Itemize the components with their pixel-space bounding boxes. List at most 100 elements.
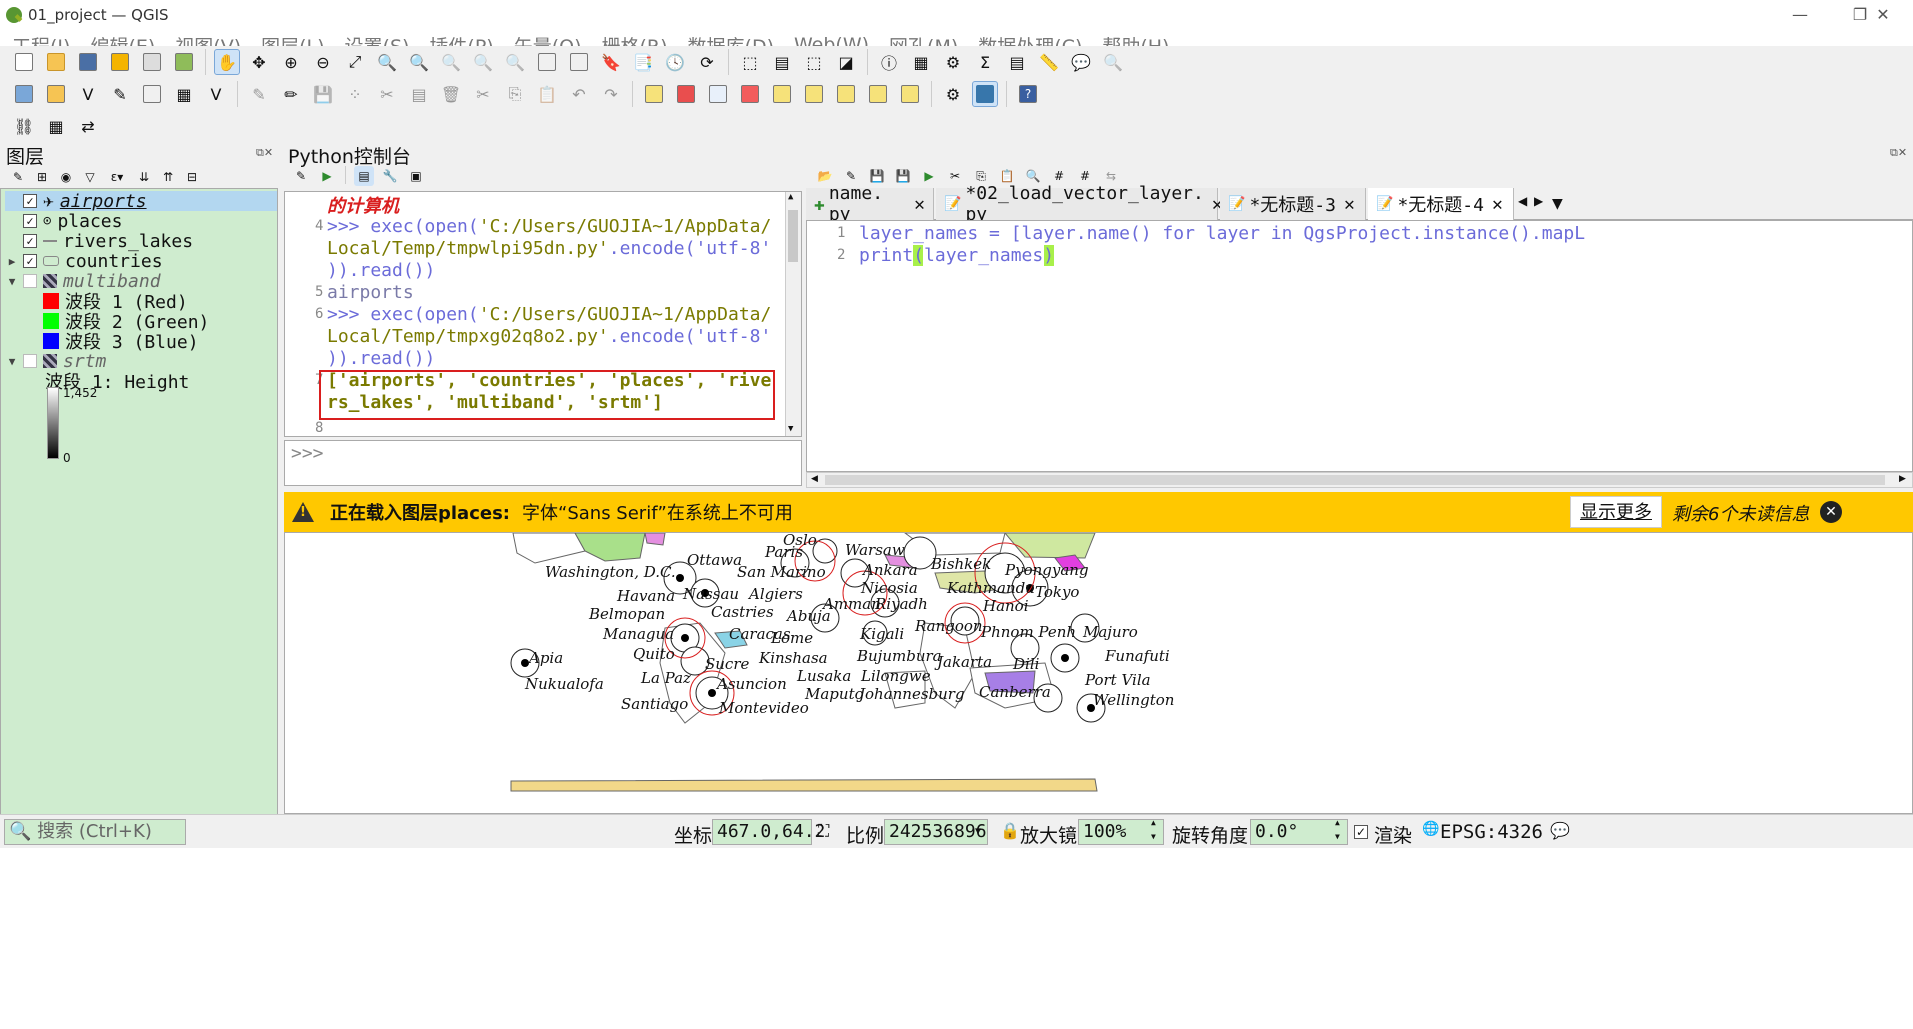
dock-float-icon[interactable]: ⧉✕ <box>1890 146 1907 160</box>
plugin-manager-icon[interactable]: ⚙ <box>940 81 966 107</box>
layer-airports[interactable]: ✓ ✈ airports <box>5 191 277 212</box>
pan-icon[interactable]: ✋ <box>214 49 240 75</box>
editor-horizontal-scrollbar[interactable]: ◀ ▶ <box>806 472 1913 488</box>
current-edits-icon[interactable]: ✎ <box>246 81 272 107</box>
move-diagram-icon[interactable] <box>897 81 923 107</box>
temporal-controller-icon[interactable]: 🕓 <box>662 49 688 75</box>
close-button[interactable]: ✕ <box>1853 0 1913 30</box>
zoom-to-layer-icon[interactable]: 🔍 <box>406 49 432 75</box>
close-tab-icon[interactable]: ✕ <box>914 194 925 215</box>
layer-checkbox[interactable] <box>23 354 37 368</box>
locator-search-input[interactable]: 🔍 搜索 (Ctrl+K) <box>4 819 186 845</box>
python-console-icon[interactable] <box>972 81 998 107</box>
collapse-icon[interactable]: ▼ <box>5 355 19 368</box>
print-layout-icon[interactable] <box>139 49 165 75</box>
new-spatialite-icon[interactable]: ✎ <box>107 81 133 107</box>
coordinate-field[interactable]: 467.0,64.2 <box>712 819 825 845</box>
statistics-icon[interactable]: Σ <box>972 49 998 75</box>
show-bookmarks-icon[interactable]: 📑 <box>630 49 656 75</box>
spinner-icon[interactable]: ▲ ▼ <box>1335 816 1340 844</box>
close-tab-icon[interactable]: ✕ <box>1344 194 1355 215</box>
style-layer-icon[interactable]: ✎ <box>8 167 28 187</box>
tab-name-py[interactable]: ✚ name. py ✕ <box>806 183 934 225</box>
dock-float-icon[interactable]: ⧉✕ <box>256 146 273 160</box>
measure-icon[interactable]: 📏 <box>1036 49 1062 75</box>
add-group-icon[interactable]: ⊞ <box>32 167 52 187</box>
open-project-icon[interactable] <box>43 49 69 75</box>
new-3d-view-icon[interactable] <box>566 49 592 75</box>
filter-legend-icon[interactable]: ▽ <box>80 167 100 187</box>
collapse-all-icon[interactable]: ⇈ <box>158 167 178 187</box>
tab-untitled-3[interactable]: 📝 *无标题-3 ✕ <box>1220 188 1366 220</box>
layer-checkbox[interactable]: ✓ <box>23 234 37 248</box>
show-hide-label-icon[interactable] <box>769 81 795 107</box>
layer-rivers-lakes[interactable]: ✓ rivers_lakes <box>5 231 193 252</box>
layer-checkbox[interactable] <box>23 274 37 288</box>
zoom-out-icon[interactable]: ⊖ <box>310 49 336 75</box>
tab-scroll-right-icon[interactable]: ▶ <box>1534 194 1543 208</box>
attribute-table-icon[interactable]: ▦ <box>908 49 934 75</box>
scroll-down-icon[interactable]: ▼ <box>788 424 793 434</box>
identify-icon[interactable]: ⓘ <box>876 49 902 75</box>
tab-scroll-left-icon[interactable]: ◀ <box>1518 194 1527 208</box>
console-scrollbar[interactable]: ▲ ▼ <box>785 192 801 436</box>
new-geopackage-icon[interactable] <box>43 81 69 107</box>
pin-label-icon[interactable] <box>737 81 763 107</box>
new-mesh-layer-icon[interactable]: V <box>203 81 229 107</box>
zoom-last-icon[interactable]: 🔍 <box>470 49 496 75</box>
render-checkbox[interactable]: ✓ <box>1354 825 1368 839</box>
processing-toolbox-icon[interactable]: ⚙ <box>940 49 966 75</box>
style-manager-icon[interactable] <box>171 49 197 75</box>
rotate-label-icon[interactable] <box>833 81 859 107</box>
run-script-icon[interactable]: ▶ <box>919 166 939 186</box>
zoom-native-icon[interactable]: 🔍 <box>438 49 464 75</box>
manage-visibility-icon[interactable]: ◉ <box>56 167 76 187</box>
scroll-thumb[interactable] <box>788 210 798 262</box>
grid-tool-icon[interactable]: ▦ <box>43 113 69 139</box>
close-message-icon[interactable]: ✕ <box>1820 501 1842 523</box>
toggle-editing-icon[interactable]: ✏ <box>278 81 304 107</box>
magnifier-field[interactable]: 100% ▲ ▼ <box>1078 816 1164 845</box>
toggle-extents-icon[interactable]: ⛶ <box>818 821 829 841</box>
select-features-icon[interactable]: ⬚ <box>737 49 763 75</box>
deselect-icon[interactable]: ⬚ <box>801 49 827 75</box>
digitize-icon[interactable]: ⁘ <box>342 81 368 107</box>
layer-places[interactable]: ✓ ⊙ places <box>5 211 122 232</box>
undo-icon[interactable]: ↶ <box>566 81 592 107</box>
data-source-manager-icon[interactable] <box>11 81 37 107</box>
diagram-tool-icon[interactable] <box>673 81 699 107</box>
select-by-value-icon[interactable]: ▤ <box>769 49 795 75</box>
new-bookmark-icon[interactable]: 🔖 <box>598 49 624 75</box>
console-output[interactable]: 的计算机 4 >>> exec(open('C:/Users/GUOJIA~1/… <box>284 191 802 437</box>
new-project-icon[interactable] <box>11 49 37 75</box>
map-canvas[interactable]: Oslo Ottawa Paris Warsaw Washington, D.C. San… <box>284 532 1913 814</box>
vertex-tool-icon[interactable]: ✂ <box>374 81 400 107</box>
show-editor-icon[interactable]: ▤ <box>354 166 374 186</box>
layer-checkbox[interactable]: ✓ <box>23 254 37 268</box>
open-table-icon[interactable]: ▤ <box>1004 49 1030 75</box>
code-editor[interactable]: 1 layer_names = [layer.name() for layer … <box>806 220 1913 472</box>
zoom-in-icon[interactable]: ⊕ <box>278 49 304 75</box>
options-icon[interactable]: 🔧 <box>380 166 400 186</box>
remove-layer-icon[interactable]: ⊟ <box>182 167 202 187</box>
new-map-view-icon[interactable] <box>534 49 560 75</box>
pan-to-selection-icon[interactable]: ✥ <box>246 49 272 75</box>
map-tips-icon[interactable]: 💬 <box>1068 49 1094 75</box>
new-shapefile-icon[interactable]: V <box>75 81 101 107</box>
clear-console-icon[interactable]: ✎ <box>291 166 311 186</box>
spinner-icon[interactable]: ▲ ▼ <box>1151 816 1156 844</box>
expand-icon[interactable]: ▶ <box>5 255 19 268</box>
scroll-thumb[interactable] <box>825 475 1885 485</box>
rotation-field[interactable]: 0.0° ▲ ▼ <box>1250 816 1348 845</box>
minimize-button[interactable]: — <box>1770 0 1830 30</box>
search-tool-icon[interactable]: 🔍 <box>1100 49 1126 75</box>
paste-features-icon[interactable]: 📋 <box>534 81 560 107</box>
filter-expression-icon[interactable]: ε▾ <box>104 167 130 187</box>
scroll-up-icon[interactable]: ▲ <box>788 192 793 202</box>
refresh-icon[interactable]: ⟳ <box>694 49 720 75</box>
zoom-next-icon[interactable]: 🔍 <box>502 49 528 75</box>
scroll-right-icon[interactable]: ▶ <box>1899 474 1906 484</box>
new-temporary-layer-icon[interactable] <box>139 81 165 107</box>
messages-icon[interactable]: 💬 <box>1550 821 1570 840</box>
swap-icon[interactable]: ⇄ <box>75 113 101 139</box>
